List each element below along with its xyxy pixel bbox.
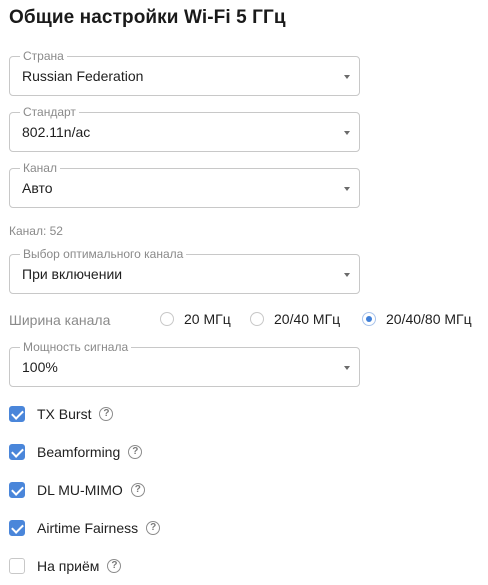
airtime-fairness-label: Airtime Fairness <box>37 520 139 536</box>
beamforming-label: Beamforming <box>37 444 121 460</box>
standard-select[interactable]: Стандарт 802.11n/ac <box>9 105 360 152</box>
channel-width-label: Ширина канала <box>9 312 111 328</box>
current-channel-note: Канал: 52 <box>9 224 63 238</box>
help-icon[interactable]: ? <box>128 445 143 459</box>
optimal-channel-value: При включении <box>22 266 123 282</box>
width-20-label: 20 МГц <box>184 311 231 327</box>
signal-power-label: Мощность сигнала <box>20 340 132 354</box>
width-20-40-label: 20/40 МГц <box>274 311 341 327</box>
help-icon[interactable]: ? <box>146 521 161 535</box>
help-icon[interactable]: ? <box>99 407 114 421</box>
dl-mu-mimo-checkbox[interactable]: DL MU-MIMO ? <box>9 482 145 498</box>
channel-value: Авто <box>22 180 53 196</box>
tx-burst-checkbox[interactable]: TX Burst ? <box>9 406 114 422</box>
width-20-radio[interactable]: 20 МГц <box>160 311 231 327</box>
width-20-40-80-label: 20/40/80 МГц <box>386 311 472 327</box>
checkbox-box[interactable] <box>9 444 25 460</box>
country-label: Страна <box>20 49 67 63</box>
optimal-channel-label: Выбор оптимального канала <box>20 247 187 261</box>
tx-burst-label: TX Burst <box>37 406 92 422</box>
receive-checkbox[interactable]: На приём ? <box>9 558 122 574</box>
radio-circle[interactable] <box>250 312 264 326</box>
help-icon[interactable]: ? <box>130 483 145 497</box>
checkbox-box[interactable] <box>9 406 25 422</box>
width-20-40-radio[interactable]: 20/40 МГц <box>250 311 340 327</box>
country-value: Russian Federation <box>22 68 144 84</box>
page-title: Общие настройки Wi-Fi 5 ГГц <box>9 7 286 28</box>
checkbox-box[interactable] <box>9 520 25 536</box>
help-icon[interactable]: ? <box>107 559 122 573</box>
chevron-down-icon <box>344 366 350 370</box>
optimal-channel-select[interactable]: Выбор оптимального канала При включении <box>9 247 360 294</box>
chevron-down-icon <box>344 273 350 277</box>
airtime-fairness-checkbox[interactable]: Airtime Fairness ? <box>9 520 161 536</box>
chevron-down-icon <box>344 131 350 135</box>
receive-label: На приём <box>37 558 100 574</box>
width-20-40-80-radio[interactable]: 20/40/80 МГц <box>362 311 472 327</box>
checkbox-box[interactable] <box>9 558 25 574</box>
chevron-down-icon <box>344 187 350 191</box>
chevron-down-icon <box>344 75 350 79</box>
signal-power-value: 100% <box>22 359 58 375</box>
country-select[interactable]: Страна Russian Federation <box>9 49 360 96</box>
beamforming-checkbox[interactable]: Beamforming ? <box>9 444 143 460</box>
standard-label: Стандарт <box>20 105 79 119</box>
channel-label: Канал <box>20 161 60 175</box>
channel-select[interactable]: Канал Авто <box>9 161 360 208</box>
radio-circle-selected[interactable] <box>362 312 376 326</box>
standard-value: 802.11n/ac <box>22 124 91 140</box>
checkbox-box[interactable] <box>9 482 25 498</box>
dl-mu-mimo-label: DL MU-MIMO <box>37 482 123 498</box>
radio-circle[interactable] <box>160 312 174 326</box>
signal-power-select[interactable]: Мощность сигнала 100% <box>9 340 360 387</box>
